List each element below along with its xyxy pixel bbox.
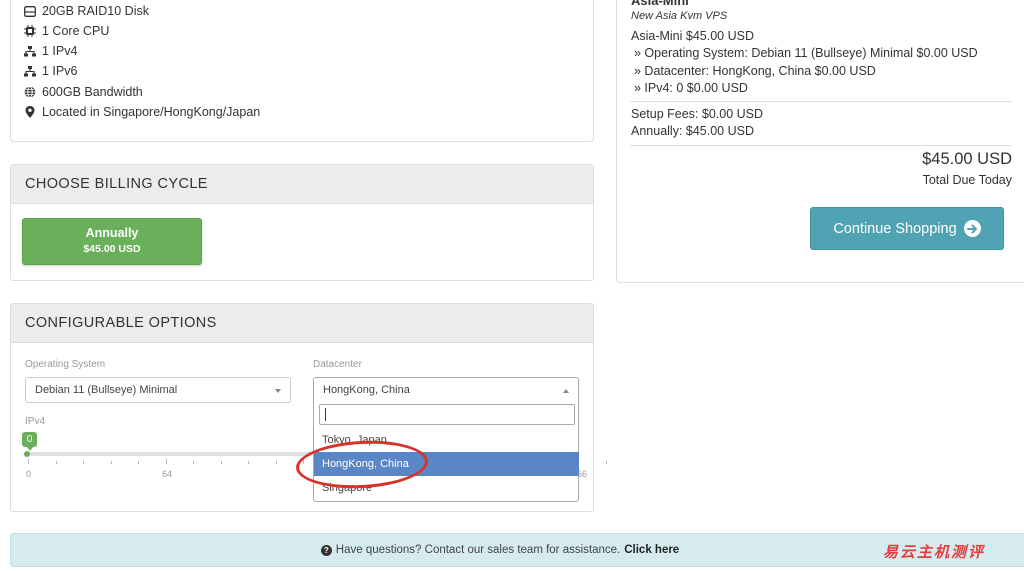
summary-divider (630, 101, 1012, 102)
slider-tick (303, 459, 304, 464)
os-select-value: Debian 11 (Bullseye) Minimal (35, 384, 178, 396)
feature-label: Located in Singapore/HongKong/Japan (42, 105, 261, 119)
os-field-label: Operating System (25, 359, 106, 370)
summary-product-group: New Asia Kvm VPS (631, 10, 728, 22)
feature-label: 20GB RAID10 Disk (42, 4, 149, 18)
feature-ipv6: 1 IPv6 (24, 61, 78, 81)
datacenter-dropdown: Tokyo, Japan HongKong, China Singapore (313, 400, 579, 502)
help-text: Have questions? Contact our sales team f… (335, 544, 621, 556)
billing-cycle-label: Annually (85, 226, 139, 240)
question-circle-icon: ? (320, 544, 332, 556)
feature-disk: 20GB RAID10 Disk (24, 1, 149, 21)
summary-setup-fees: Setup Fees: $0.00 USD (631, 107, 764, 121)
feature-location: Located in Singapore/HongKong/Japan (25, 102, 261, 122)
continue-shopping-button[interactable]: Continue Shopping (810, 207, 1004, 250)
slider-tick (165, 459, 167, 464)
arrow-right-circle-icon (963, 220, 981, 237)
text-cursor (325, 408, 326, 421)
feature-label: 1 Core CPU (42, 24, 110, 38)
datacenter-select-value: HongKong, China (323, 384, 410, 396)
summary-line: Asia-Mini $45.00 USD (631, 29, 754, 43)
os-select[interactable]: Debian 11 (Bullseye) Minimal (25, 377, 291, 403)
feature-label: 1 IPv4 (42, 44, 78, 58)
slider-tick (138, 461, 139, 464)
summary-line: » IPv4: 0 $0.00 USD (634, 81, 748, 95)
ipv4-slider-handle[interactable] (24, 451, 30, 457)
configurable-options-heading: CONFIGURABLE OPTIONS (11, 304, 593, 343)
ipv4-tick-label: 0 (26, 469, 32, 479)
map-marker-icon (24, 106, 36, 118)
chevron-up-icon (563, 389, 569, 393)
slider-tick (55, 461, 57, 464)
billing-cycle-price: $45.00 USD (83, 243, 141, 255)
feature-bandwidth: 600GB Bandwidth (24, 82, 143, 102)
billing-cycle-panel: CHOOSE BILLING CYCLE Annually $45.00 USD (10, 164, 594, 281)
ipv4-field-label: IPv4 (25, 416, 46, 427)
summary-total: $45.00 USD (922, 150, 1012, 168)
datacenter-option-singapore[interactable]: Singapore (314, 476, 579, 500)
summary-annually: Annually: $45.00 USD (631, 124, 754, 138)
feature-ipv4: 1 IPv4 (24, 41, 78, 61)
datacenter-option-hongkong[interactable]: HongKong, China (314, 452, 579, 476)
help-click-here-link[interactable]: Click here (624, 544, 679, 556)
network-icon (24, 45, 36, 57)
hard-disk-icon (24, 5, 36, 17)
chevron-down-icon (275, 389, 281, 393)
summary-line: » Operating System: Debian 11 (Bullseye)… (634, 46, 978, 60)
summary-divider (630, 145, 1012, 146)
slider-tick (193, 461, 194, 464)
globe-icon (24, 86, 36, 98)
slider-tick (248, 461, 249, 464)
help-bar: ? Have questions? Contact our sales team… (10, 533, 1024, 567)
slider-tick (28, 459, 29, 464)
network-icon (24, 65, 36, 77)
slider-tick (220, 461, 222, 464)
cpu-chip-icon (24, 25, 36, 37)
summary-total-label: Total Due Today (922, 173, 1012, 187)
slider-tick (275, 461, 277, 464)
feature-label: 1 IPv6 (42, 64, 78, 78)
feature-cpu: 1 Core CPU (24, 21, 110, 41)
slider-tick (83, 461, 84, 464)
slider-tick (605, 461, 607, 464)
slider-tick (110, 461, 112, 464)
ipv4-tick-label: 64 (162, 469, 173, 479)
ipv4-slider-track[interactable] (27, 452, 312, 456)
feature-label: 600GB Bandwidth (42, 85, 143, 99)
summary-line: » Datacenter: HongKong, China $0.00 USD (634, 64, 876, 78)
continue-shopping-label: Continue Shopping (833, 220, 957, 237)
billing-cycle-heading: CHOOSE BILLING CYCLE (11, 165, 593, 204)
datacenter-search-input[interactable] (319, 404, 575, 425)
datacenter-option-tokyo[interactable]: Tokyo, Japan (314, 428, 579, 452)
watermark-text: 易云主机测评 (883, 544, 986, 561)
ipv4-slider-value: 0 (22, 432, 37, 451)
billing-cycle-annually-button[interactable]: Annually $45.00 USD (22, 218, 202, 265)
summary-product-name: Asia-Mini (631, 0, 689, 8)
datacenter-field-label: Datacenter (313, 359, 362, 370)
